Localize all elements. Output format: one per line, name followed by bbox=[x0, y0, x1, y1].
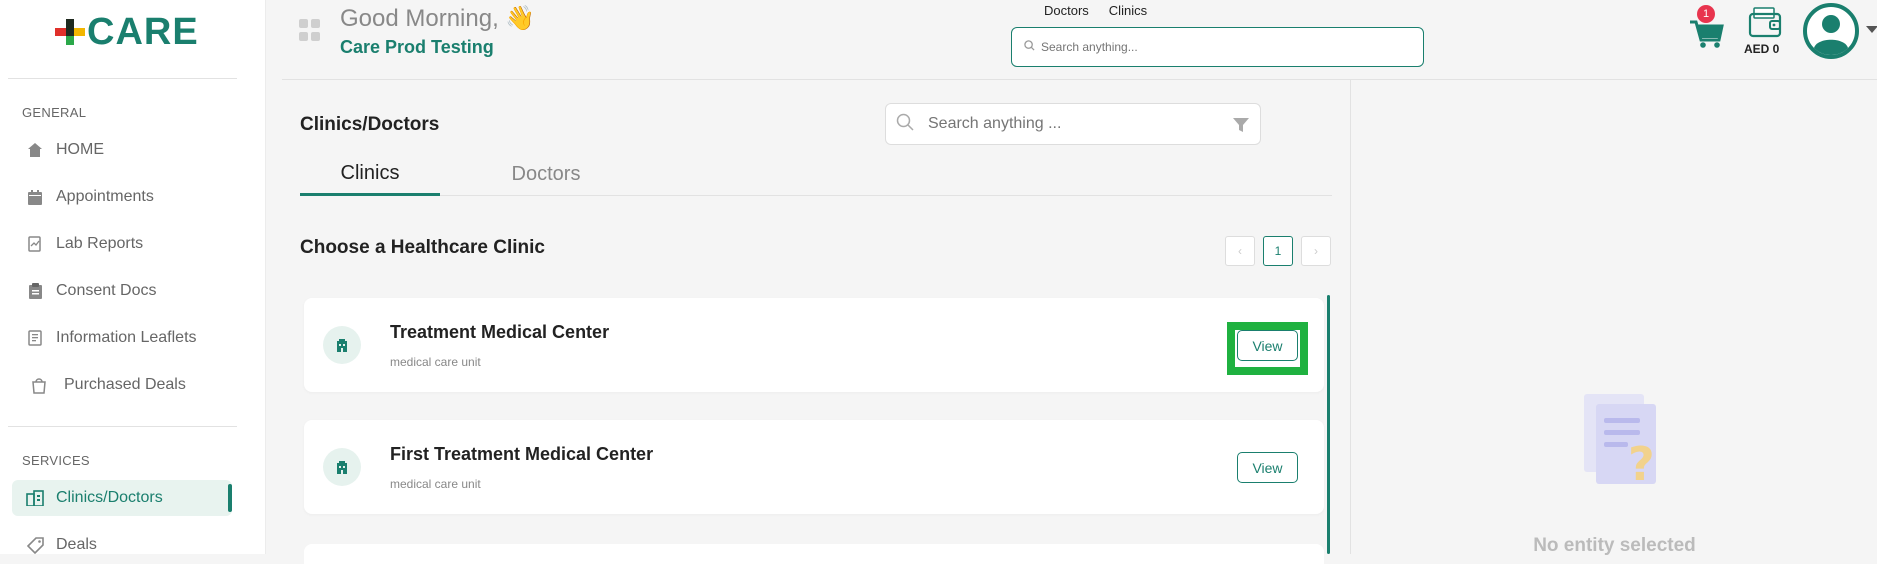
top-header: Good Morning, 👋 Care Prod Testing Doctor… bbox=[282, 0, 1877, 80]
sidebar-item-label: Purchased Deals bbox=[64, 376, 186, 393]
main-content: Clinics/Doctors Clinics Doctors Choose a… bbox=[282, 80, 1350, 564]
view-clinic-button[interactable]: View bbox=[1237, 452, 1298, 483]
tag-icon bbox=[26, 536, 44, 554]
logo-text: CARE bbox=[87, 10, 199, 53]
section-label-services: SERVICES bbox=[22, 453, 90, 468]
organization-name: Care Prod Testing bbox=[340, 37, 494, 57]
clinic-type: medical care unit bbox=[390, 477, 481, 491]
sidebar-item-home[interactable]: HOME bbox=[12, 132, 232, 168]
hospital-icon bbox=[26, 489, 44, 507]
pagination-next-button[interactable]: › bbox=[1301, 236, 1331, 266]
section-heading: Choose a Healthcare Clinic bbox=[300, 237, 545, 258]
pagination-page-button[interactable]: 1 bbox=[1263, 236, 1293, 266]
clinic-search-box bbox=[885, 103, 1261, 145]
clipboard-icon bbox=[26, 282, 44, 300]
sidebar-item-deals[interactable]: Deals bbox=[12, 527, 232, 563]
clinic-card[interactable] bbox=[304, 544, 1324, 564]
clinic-building-icon bbox=[323, 448, 361, 486]
sidebar-item-appointments[interactable]: Appointments bbox=[12, 179, 232, 215]
sidebar-item-label: Lab Reports bbox=[56, 235, 144, 252]
view-clinic-button[interactable]: View bbox=[1237, 330, 1298, 361]
apps-grid-icon[interactable] bbox=[299, 19, 321, 41]
clinic-type: medical care unit bbox=[390, 355, 481, 369]
global-search-box bbox=[1011, 27, 1424, 67]
sidebar-divider bbox=[8, 426, 237, 427]
clinic-search-input[interactable] bbox=[928, 115, 1218, 133]
calendar-icon bbox=[26, 188, 44, 206]
sidebar-item-label: Information Leaflets bbox=[56, 329, 197, 346]
section-label-general: GENERAL bbox=[22, 105, 87, 120]
care-logo[interactable]: CARE bbox=[55, 10, 199, 54]
page-title: Clinics/Doctors bbox=[300, 114, 440, 135]
sidebar-divider bbox=[8, 78, 237, 79]
tab-doctors[interactable]: Doctors bbox=[476, 153, 616, 196]
sidebar-item-label: Appointments bbox=[56, 188, 154, 205]
clinic-card[interactable]: Treatment Medical Center medical care un… bbox=[304, 298, 1324, 392]
lab-report-icon bbox=[26, 235, 44, 253]
search-scope-tabs: Doctors Clinics bbox=[1044, 3, 1147, 18]
search-tab-doctors[interactable]: Doctors bbox=[1044, 3, 1089, 18]
wallet-balance: AED 0 bbox=[1744, 42, 1780, 56]
details-panel: ? No entity selected bbox=[1350, 80, 1877, 556]
sidebar-item-label: Consent Docs bbox=[56, 282, 157, 299]
clinic-building-icon bbox=[323, 326, 361, 364]
clinics-doctors-tabs: Clinics Doctors bbox=[300, 153, 1332, 196]
pagination: ‹ 1 › bbox=[1225, 236, 1331, 266]
cart-count-badge: 1 bbox=[1697, 5, 1715, 23]
sidebar-item-lab-reports[interactable]: Lab Reports bbox=[12, 226, 232, 262]
chevron-down-icon[interactable] bbox=[1866, 26, 1877, 33]
sidebar-item-label: Clinics/Doctors bbox=[56, 489, 163, 506]
filter-icon[interactable] bbox=[1232, 116, 1250, 139]
sidebar-item-information-leaflets[interactable]: Information Leaflets bbox=[12, 320, 232, 356]
search-icon bbox=[896, 113, 914, 136]
user-avatar[interactable] bbox=[1802, 2, 1860, 60]
tab-clinics[interactable]: Clinics bbox=[300, 153, 440, 196]
clinic-card[interactable]: First Treatment Medical Center medical c… bbox=[304, 420, 1324, 514]
cross-logo-icon bbox=[55, 17, 85, 47]
global-search-input[interactable] bbox=[1041, 40, 1401, 54]
sidebar-item-label: Deals bbox=[56, 536, 97, 553]
greeting-text: Good Morning, 👋 bbox=[340, 5, 536, 32]
wallet-icon[interactable] bbox=[1748, 6, 1782, 38]
pagination-prev-button[interactable]: ‹ bbox=[1225, 236, 1255, 266]
search-icon bbox=[1024, 38, 1035, 56]
svg-text:?: ? bbox=[1628, 437, 1655, 490]
clinic-name: First Treatment Medical Center bbox=[390, 444, 654, 464]
sidebar: CARE GENERAL HOME Appointments Lab Repor… bbox=[0, 0, 266, 554]
deal-bag-icon bbox=[30, 376, 48, 394]
clinic-name: Treatment Medical Center bbox=[390, 322, 610, 342]
search-tab-clinics[interactable]: Clinics bbox=[1109, 3, 1147, 18]
empty-document-icon: ? bbox=[1576, 390, 1671, 491]
sidebar-item-clinics-doctors[interactable]: Clinics/Doctors bbox=[12, 480, 232, 516]
leaflet-icon bbox=[26, 329, 44, 347]
sidebar-item-consent-docs[interactable]: Consent Docs bbox=[12, 273, 232, 309]
sidebar-item-purchased-deals[interactable]: Purchased Deals bbox=[12, 367, 232, 403]
sidebar-item-label: HOME bbox=[56, 141, 104, 158]
home-icon bbox=[26, 141, 44, 159]
list-scrollbar[interactable] bbox=[1327, 295, 1330, 554]
